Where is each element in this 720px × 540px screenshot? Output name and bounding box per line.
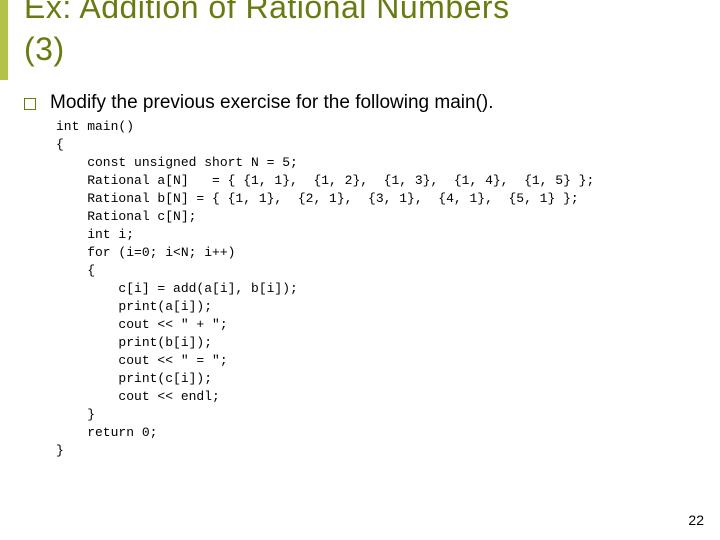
slide-title: Ex: Addition of Rational Numbers (3) xyxy=(24,0,510,70)
bullet-line: Modify the previous exercise for the fol… xyxy=(24,92,494,114)
bullet-text: Modify the previous exercise for the fol… xyxy=(50,92,494,114)
page-number: 22 xyxy=(688,512,704,528)
title-accent-bar xyxy=(0,0,8,80)
code-block: int main() { const unsigned short N = 5;… xyxy=(56,118,594,460)
slide: Ex: Addition of Rational Numbers (3) Mod… xyxy=(0,0,720,540)
title-line-2: (3) xyxy=(24,31,65,67)
title-line-1: Ex: Addition of Rational Numbers xyxy=(24,0,510,25)
bullet-square-icon xyxy=(24,98,36,110)
